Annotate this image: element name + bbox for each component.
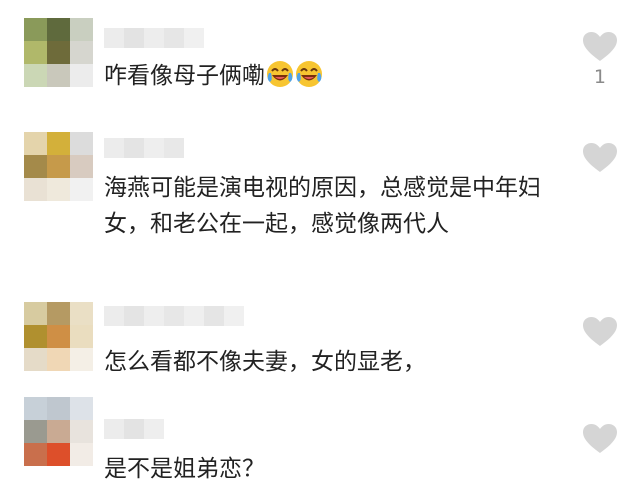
like-count: 1 [593,66,606,88]
heart-icon [583,317,617,346]
avatar-mosaic-cell [47,178,70,201]
comment-text: 怎么看都不像夫妻，女的显老， [104,344,564,380]
avatar-mosaic-cell [70,325,93,348]
comment-item: 咋看像母子俩嘞 1 [0,0,640,100]
avatar-mosaic-cell [47,397,70,420]
heart-icon [583,143,617,172]
comment-text-content: 咋看像母子俩嘞 [104,63,265,89]
avatar-mosaic-cell [70,302,93,325]
avatar-mosaic-cell [70,443,93,466]
avatar[interactable] [24,132,93,201]
avatar-mosaic-cell [47,443,70,466]
username-blurred[interactable] [104,419,164,439]
avatar-mosaic-cell [70,41,93,64]
avatar-mosaic-cell [24,325,47,348]
comment-text-content: 是不是姐弟恋？ [104,456,265,482]
avatar-mosaic-cell [24,397,47,420]
avatar-mosaic-cell [70,420,93,443]
comment-item: 海燕可能是演电视的原因，总感觉是中年妇女，和老公在一起，感觉像两代人 [0,100,640,290]
avatar-mosaic-cell [47,325,70,348]
avatar-mosaic-cell [24,348,47,371]
comment-text: 海燕可能是演电视的原因，总感觉是中年妇女，和老公在一起，感觉像两代人 [104,170,544,242]
avatar-mosaic-cell [47,41,70,64]
avatar-mosaic-cell [24,420,47,443]
like-button[interactable] [582,142,618,174]
avatar-mosaic-cell [47,18,70,41]
like-button[interactable] [582,31,618,63]
avatar[interactable] [24,302,93,371]
avatar-mosaic-cell [70,155,93,178]
heart-icon [583,32,617,61]
avatar-mosaic-cell [70,397,93,420]
username-blurred[interactable] [104,306,244,326]
laughing-crying-icon [266,60,294,88]
avatar[interactable] [24,397,93,466]
comment-text-content: 怎么看都不像夫妻，女的显老， [104,349,426,375]
avatar-mosaic-cell [70,178,93,201]
avatar-mosaic-cell [47,302,70,325]
avatar[interactable] [24,18,93,87]
avatar-mosaic-cell [47,155,70,178]
avatar-mosaic-cell [70,18,93,41]
comment-item: 是不是姐弟恋？ [0,395,640,499]
avatar-mosaic-cell [24,443,47,466]
like-button[interactable] [582,423,618,455]
avatar-mosaic-cell [47,348,70,371]
avatar-mosaic-cell [47,64,70,87]
username-blurred[interactable] [104,28,204,48]
avatar-mosaic-cell [24,41,47,64]
avatar-mosaic-cell [70,64,93,87]
avatar-mosaic-cell [47,132,70,155]
avatar-mosaic-cell [70,132,93,155]
comment-text: 咋看像母子俩嘞 [104,58,564,94]
heart-icon [583,424,617,453]
comment-text: 是不是姐弟恋？ [104,451,564,487]
laughing-crying-icon [295,60,323,88]
avatar-mosaic-cell [24,64,47,87]
like-button[interactable] [582,316,618,348]
avatar-mosaic-cell [24,155,47,178]
comment-item: 怎么看都不像夫妻，女的显老， [0,290,640,400]
avatar-mosaic-cell [70,348,93,371]
avatar-mosaic-cell [47,420,70,443]
username-blurred[interactable] [104,138,184,158]
avatar-mosaic-cell [24,178,47,201]
avatar-mosaic-cell [24,302,47,325]
comment-text-content: 海燕可能是演电视的原因，总感觉是中年妇女，和老公在一起，感觉像两代人 [104,175,541,237]
avatar-mosaic-cell [24,132,47,155]
avatar-mosaic-cell [24,18,47,41]
